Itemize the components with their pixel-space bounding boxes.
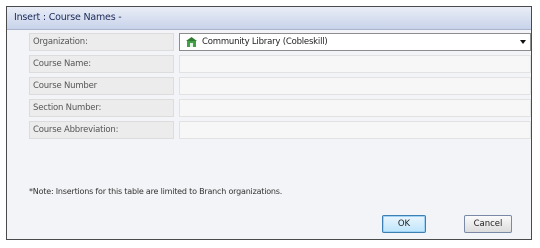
course-abbreviation-row: Course Abbreviation: (29, 121, 531, 139)
organization-selected-value: Community Library (Cobleskill) (202, 37, 328, 47)
organization-label: Organization: (29, 33, 174, 51)
chevron-down-icon[interactable] (520, 40, 526, 44)
course-name-label: Course Name: (29, 55, 174, 73)
section-number-input[interactable] (179, 99, 531, 117)
section-number-label: Section Number: (29, 99, 174, 117)
course-name-row: Course Name: (29, 55, 531, 73)
organization-row: Organization: Community Library (Coblesk… (29, 33, 531, 51)
ok-button[interactable]: OK (382, 215, 426, 233)
organization-select[interactable]: Community Library (Cobleskill) (179, 33, 531, 51)
course-number-input[interactable] (179, 77, 531, 95)
branch-note: *Note: Insertions for this table are lim… (29, 187, 283, 196)
course-number-label: Course Number (29, 77, 174, 95)
dialog-title: Insert : Course Names - (14, 12, 122, 23)
course-abbreviation-input[interactable] (179, 121, 531, 139)
section-number-row: Section Number: (29, 99, 531, 117)
cancel-button[interactable]: Cancel (464, 215, 512, 233)
building-icon (186, 37, 197, 47)
course-number-row: Course Number (29, 77, 531, 95)
insert-course-names-dialog: Insert : Course Names - Organization: Co… (6, 6, 532, 240)
course-name-input[interactable] (179, 55, 531, 73)
course-abbreviation-label: Course Abbreviation: (29, 121, 174, 139)
dialog-titlebar: Insert : Course Names - (7, 7, 531, 30)
